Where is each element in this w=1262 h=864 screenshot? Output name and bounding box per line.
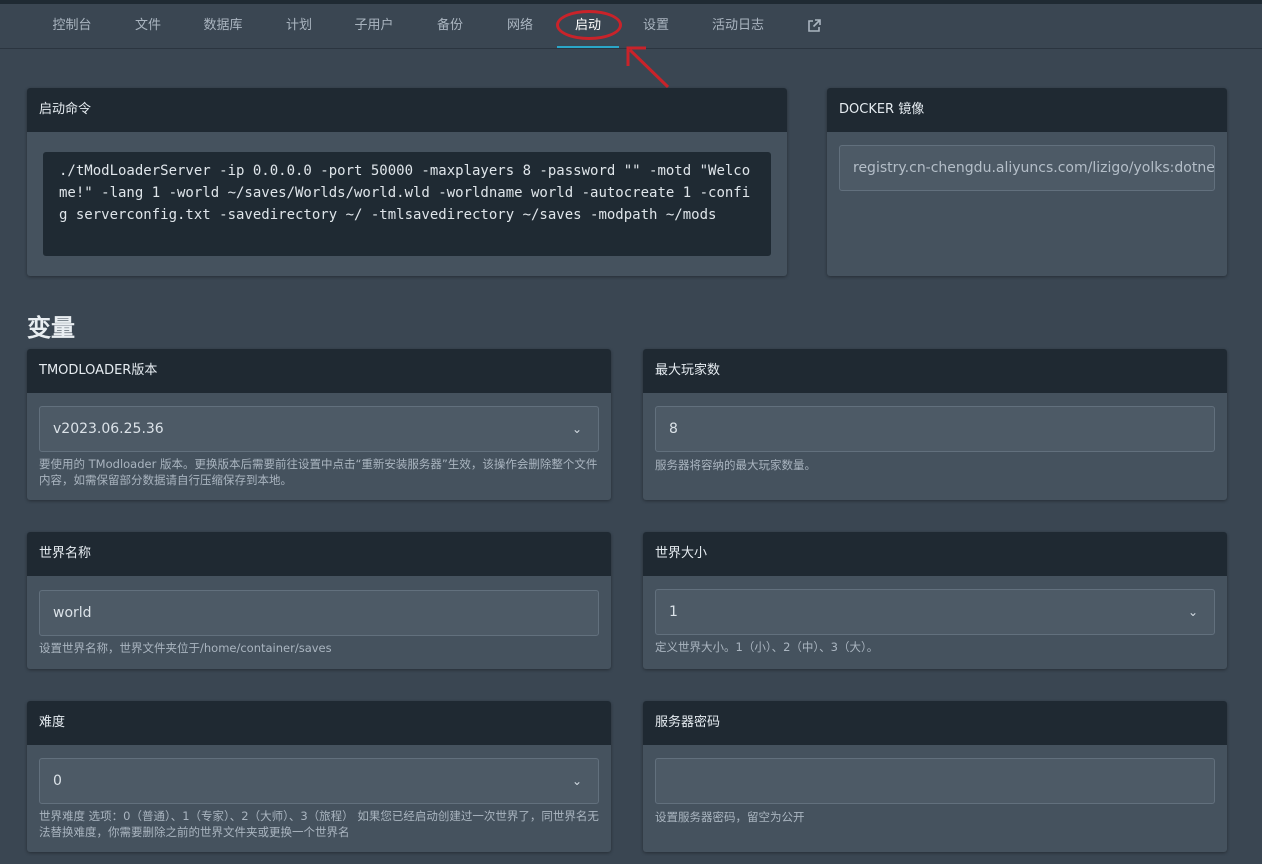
tab-activity[interactable]: 活动日志 [698, 4, 778, 48]
startup-command-text: ./tModLoaderServer -ip 0.0.0.0 -port 500… [43, 152, 771, 256]
max-players-input[interactable]: 8 [655, 406, 1215, 452]
panel-title: 难度 [27, 701, 611, 745]
server-password-hint: 设置服务器密码，留空为公开 [655, 810, 805, 824]
tab-users[interactable]: 子用户 [340, 4, 408, 48]
variable-version-panel: TMODLOADER版本 v2023.06.25.36 ⌄ 要使用的 TModl… [27, 349, 611, 500]
difficulty-hint: 世界难度 选项：0（普通）、1（专家）、2（大师）、3（旅程） 如果您已经启动创… [39, 809, 599, 839]
max-players-hint: 服务器将容纳的最大玩家数量。 [655, 458, 816, 472]
difficulty-value: 0 [53, 773, 62, 789]
docker-image-panel: DOCKER 镜像 registry.cn-chengdu.aliyuncs.c… [827, 88, 1227, 276]
tab-databases[interactable]: 数据库 [190, 4, 256, 48]
world-name-hint: 设置世界名称，世界文件夹位于/home/container/saves [39, 641, 332, 655]
panel-title: TMODLOADER版本 [27, 349, 611, 393]
variable-difficulty-panel: 难度 0 ⌄ 世界难度 选项：0（普通）、1（专家）、2（大师）、3（旅程） 如… [27, 701, 611, 852]
startup-command-panel: 启动命令 ./tModLoaderServer -ip 0.0.0.0 -por… [27, 88, 787, 276]
world-name-input[interactable]: world [39, 590, 599, 636]
version-select[interactable]: v2023.06.25.36 ⌄ [39, 406, 599, 452]
tab-backups[interactable]: 备份 [422, 4, 478, 48]
tab-files[interactable]: 文件 [120, 4, 176, 48]
world-size-hint: 定义世界大小。1（小）、2（中）、3（大）。 [655, 640, 879, 654]
docker-image-field[interactable]: registry.cn-chengdu.aliyuncs.com/lizigo/… [839, 145, 1215, 191]
panel-title: 世界大小 [643, 532, 1227, 576]
world-size-select[interactable]: 1 ⌄ [655, 589, 1215, 635]
world-size-value: 1 [669, 604, 678, 620]
chevron-down-icon: ⌄ [571, 774, 582, 788]
external-link-icon[interactable] [798, 4, 830, 48]
annotation-circle [556, 10, 622, 40]
panel-title: 服务器密码 [643, 701, 1227, 745]
tab-schedules[interactable]: 计划 [272, 4, 326, 48]
difficulty-select[interactable]: 0 ⌄ [39, 758, 599, 804]
variables-heading: 变量 [27, 314, 75, 342]
panel-title: 世界名称 [27, 532, 611, 576]
variable-max-players-panel: 最大玩家数 8 服务器将容纳的最大玩家数量。 [643, 349, 1227, 500]
variable-world-name-panel: 世界名称 world 设置世界名称，世界文件夹位于/home/container… [27, 532, 611, 669]
annotation-arrow-icon [626, 46, 670, 89]
variable-world-size-panel: 世界大小 1 ⌄ 定义世界大小。1（小）、2（中）、3（大）。 [643, 532, 1227, 669]
version-value: v2023.06.25.36 [53, 421, 164, 437]
external-link-icon-svg [808, 18, 821, 32]
server-password-input[interactable] [655, 758, 1215, 804]
tab-network[interactable]: 网络 [492, 4, 548, 48]
panel-title: 最大玩家数 [643, 349, 1227, 393]
variable-password-panel: 服务器密码 设置服务器密码，留空为公开 [643, 701, 1227, 852]
version-hint: 要使用的 TModloader 版本。更换版本后需要前往设置中点击“重新安装服务… [39, 457, 598, 487]
chevron-down-icon: ⌄ [571, 422, 582, 436]
panel-title: 启动命令 [27, 88, 787, 132]
panel-title: DOCKER 镜像 [827, 88, 1227, 132]
chevron-down-icon: ⌄ [1187, 605, 1198, 619]
tab-console[interactable]: 控制台 [38, 4, 106, 48]
